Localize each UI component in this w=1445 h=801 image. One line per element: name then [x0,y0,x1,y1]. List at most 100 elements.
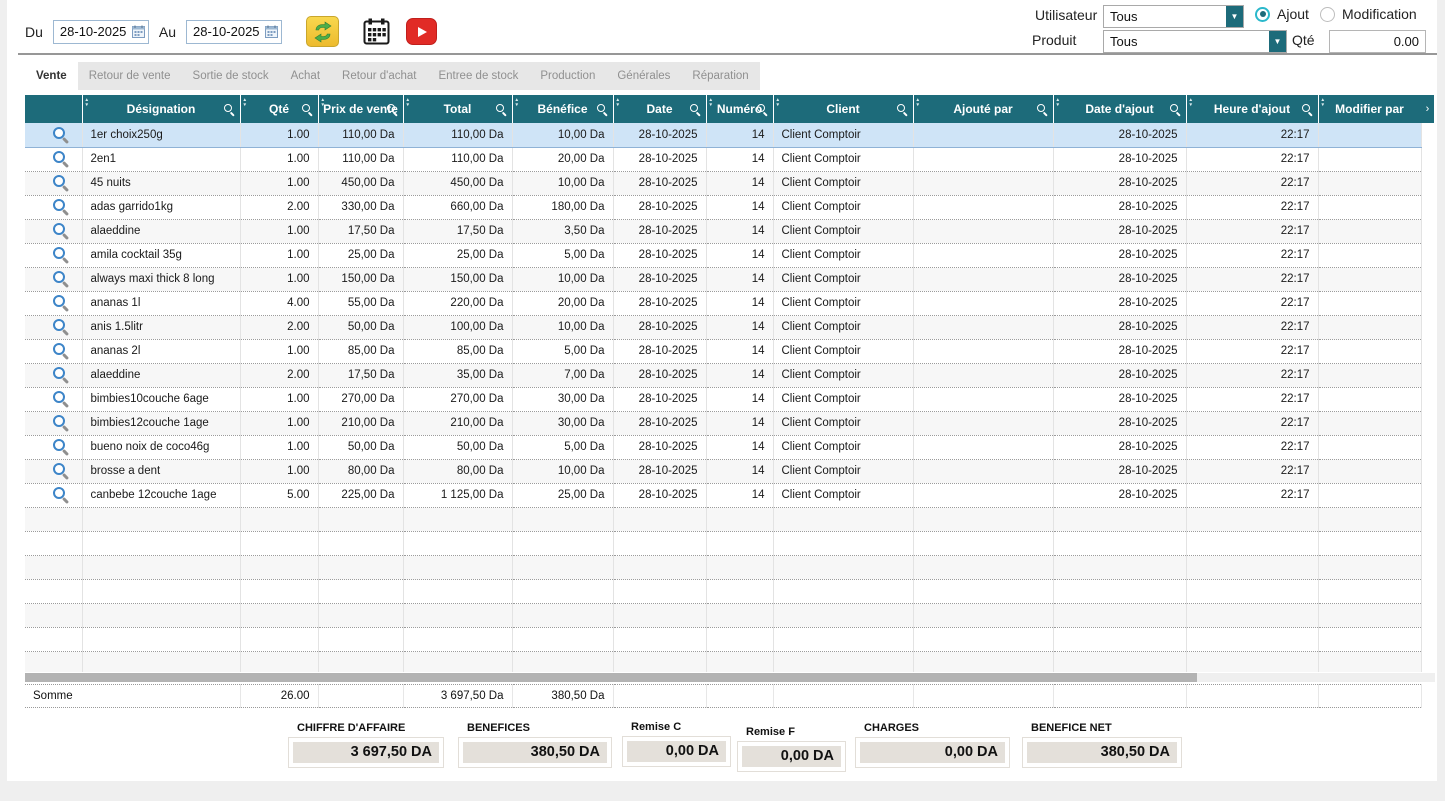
row-magnifier-icon[interactable] [53,319,70,335]
column-header-date-d-ajout[interactable]: ▴▾Date d'ajout [1053,95,1186,123]
column-search-icon[interactable] [897,104,908,115]
row-magnifier-icon[interactable] [53,415,70,431]
column-header-client[interactable]: ▴▾Client [773,95,913,123]
row-magnifier-icon[interactable] [53,343,70,359]
row-action-cell [25,459,82,483]
row-magnifier-icon[interactable] [53,175,70,191]
chevron-down-icon[interactable]: ▼ [1269,31,1286,52]
column-search-icon[interactable] [224,104,235,115]
row-magnifier-icon[interactable] [53,271,70,287]
column-search-icon[interactable] [1170,104,1181,115]
cell-date_ajout: 28-10-2025 [1053,459,1186,483]
tab-g-n-rales[interactable]: Générales [606,62,681,90]
row-magnifier-icon[interactable] [53,463,70,479]
column-search-icon[interactable] [1302,104,1313,115]
calendar-mini-icon[interactable] [265,25,278,38]
utilisateur-select[interactable]: Tous ▼ [1103,5,1244,28]
empty-row [25,603,1421,627]
table-row[interactable]: bimbies12couche 1age1.00210,00 Da210,00 … [25,411,1421,435]
date-from-input[interactable] [60,24,132,39]
table-row[interactable]: 1er choix250g1.00110,00 Da110,00 Da10,00… [25,123,1421,147]
calendar-button[interactable] [361,16,392,47]
modification-radio[interactable] [1320,7,1335,22]
row-magnifier-icon[interactable] [53,439,70,455]
tab-sortie-de-stock[interactable]: Sortie de stock [182,62,280,90]
cell-ajoute_par [913,315,1053,339]
table-row[interactable]: canbebe 12couche 1age5.00225,00 Da1 125,… [25,483,1421,507]
cell-ajoute_par [913,459,1053,483]
column-search-icon[interactable] [496,104,507,115]
cell-client: Client Comptoir [773,411,913,435]
refresh-button[interactable] [306,16,339,47]
tab-retour-d-achat[interactable]: Retour d'achat [331,62,427,90]
row-magnifier-icon[interactable] [53,367,70,383]
row-magnifier-icon[interactable] [53,391,70,407]
row-magnifier-icon[interactable] [53,487,70,503]
column-search-icon[interactable] [757,104,768,115]
column-search-icon[interactable] [597,104,608,115]
ajout-radio[interactable] [1255,7,1270,22]
summary-value: 0,00 DA [627,741,726,762]
tab-retour-de-vente[interactable]: Retour de vente [78,62,182,90]
cell-date: 28-10-2025 [613,123,706,147]
chevron-down-icon[interactable]: ▼ [1226,6,1243,27]
row-action-cell [25,171,82,195]
column-header-date[interactable]: ▴▾Date [613,95,706,123]
sum-prix [318,685,403,708]
scroll-right-button[interactable]: › [1421,95,1434,123]
table-row[interactable]: amila cocktail 35g1.0025,00 Da25,00 Da5,… [25,243,1421,267]
row-magnifier-icon[interactable] [53,127,70,143]
table-row[interactable]: adas garrido1kg2.00330,00 Da660,00 Da180… [25,195,1421,219]
table-row[interactable]: 2en11.00110,00 Da110,00 Da20,00 Da28-10-… [25,147,1421,171]
column-header-modifier-par[interactable]: ▴▾Modifier par [1318,95,1421,123]
horizontal-scrollbar[interactable] [25,673,1435,682]
column-header-total[interactable]: ▴▾Total [403,95,512,123]
cell-modifier_par [1318,171,1421,195]
table-row[interactable]: ananas 1l4.0055,00 Da220,00 Da20,00 Da28… [25,291,1421,315]
table-row[interactable]: bimbies10couche 6age1.00270,00 Da270,00 … [25,387,1421,411]
table-row[interactable]: anis 1.5litr2.0050,00 Da100,00 Da10,00 D… [25,315,1421,339]
table-row[interactable]: alaeddine2.0017,50 Da35,00 Da7,00 Da28-1… [25,363,1421,387]
column-search-icon[interactable] [690,104,701,115]
calendar-mini-icon[interactable] [132,25,145,38]
cell-benefice: 10,00 Da [512,267,613,291]
row-magnifier-icon[interactable] [53,223,70,239]
table-row[interactable]: bueno noix de coco46g1.0050,00 Da50,00 D… [25,435,1421,459]
cell-prix: 25,00 Da [318,243,403,267]
tab-entree-de-stock[interactable]: Entree de stock [427,62,529,90]
qte-input[interactable] [1329,30,1426,53]
table-row[interactable]: always maxi thick 8 long1.00150,00 Da150… [25,267,1421,291]
row-magnifier-icon[interactable] [53,247,70,263]
row-magnifier-icon[interactable] [53,295,70,311]
youtube-button[interactable] [406,18,437,45]
summary-value: 380,50 DA [463,742,607,763]
cell-heure_ajout: 22:17 [1186,315,1318,339]
column-header-prix-de-vente[interactable]: ▴▾Prix de vente [318,95,403,123]
summary-label: CHIFFRE D'AFFAIRE [297,722,444,734]
cell-total: 17,50 Da [403,219,512,243]
column-header-b-n-fice[interactable]: ▴▾Bénéfice [512,95,613,123]
table-row[interactable]: 45 nuits1.00450,00 Da450,00 Da10,00 Da28… [25,171,1421,195]
table-row[interactable]: alaeddine1.0017,50 Da17,50 Da3,50 Da28-1… [25,219,1421,243]
produit-select[interactable]: Tous ▼ [1103,30,1287,53]
column-header-heure-d-ajout[interactable]: ▴▾Heure d'ajout [1186,95,1318,123]
modification-radio-group[interactable]: Modification [1320,6,1417,22]
row-magnifier-icon[interactable] [53,151,70,167]
tab-vente[interactable]: Vente [25,62,78,90]
table-row[interactable]: brosse a dent1.0080,00 Da80,00 Da10,00 D… [25,459,1421,483]
tab-r-paration[interactable]: Réparation [681,62,759,90]
row-magnifier-icon[interactable] [53,199,70,215]
column-search-icon[interactable] [387,104,398,115]
column-header-num-ro[interactable]: ▴▾Numéro [706,95,773,123]
date-to-input[interactable] [193,24,265,39]
column-search-icon[interactable] [302,104,313,115]
table-row[interactable]: ananas 2l1.0085,00 Da85,00 Da5,00 Da28-1… [25,339,1421,363]
tab-production[interactable]: Production [529,62,606,90]
scrollbar-thumb[interactable] [25,673,1197,682]
column-header-d-signation[interactable]: ▴▾Désignation [82,95,240,123]
ajout-radio-group[interactable]: Ajout [1255,6,1309,22]
column-header-ajout-par[interactable]: ▴▾Ajouté par [913,95,1053,123]
column-header-qt-[interactable]: ▴▾Qté [240,95,318,123]
column-search-icon[interactable] [1037,104,1048,115]
tab-achat[interactable]: Achat [280,62,331,90]
